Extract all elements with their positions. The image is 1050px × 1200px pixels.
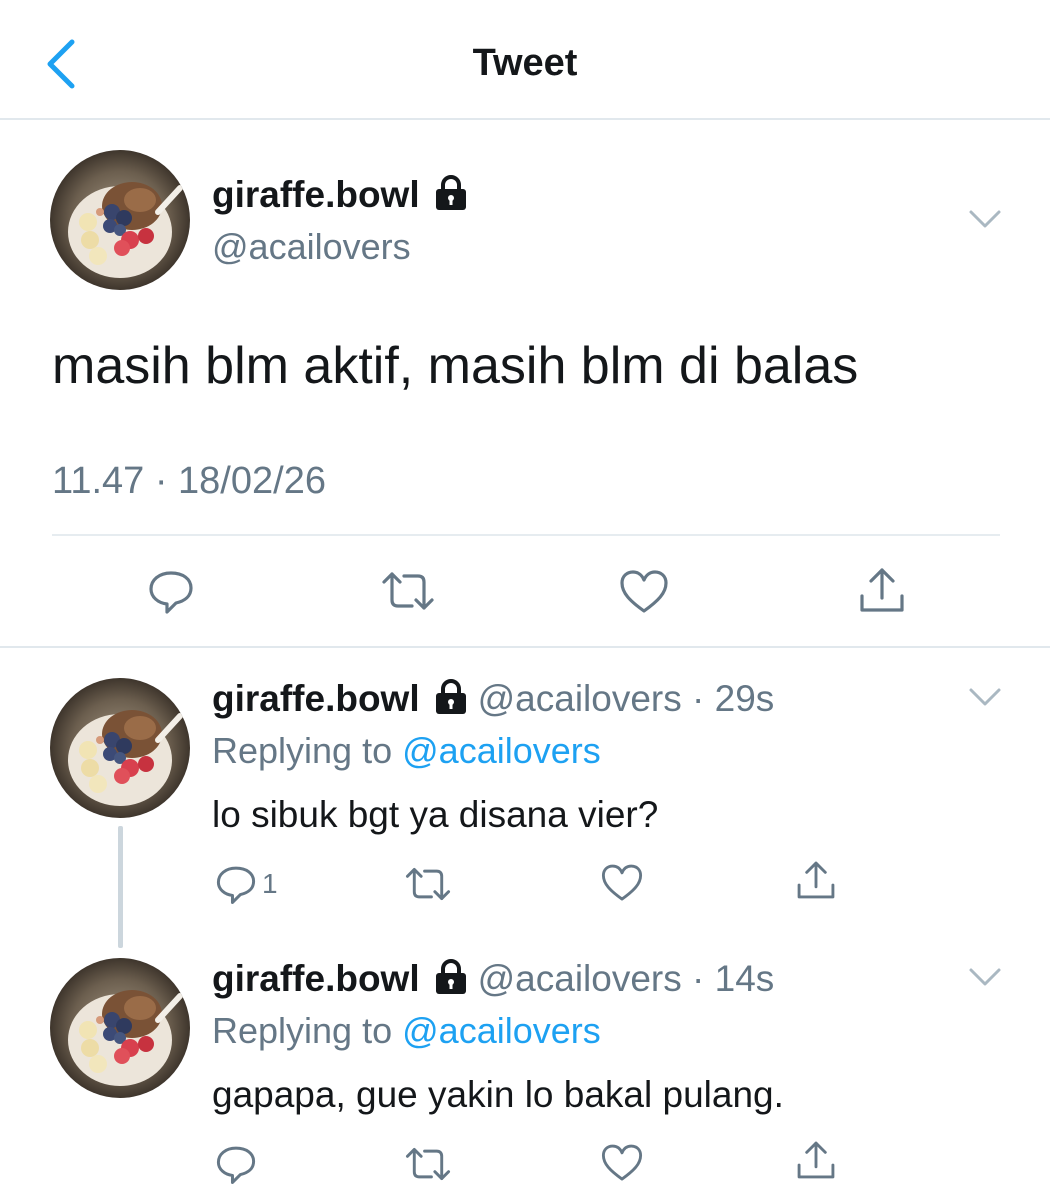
replying-prefix: Replying to bbox=[212, 730, 393, 771]
share-icon[interactable] bbox=[794, 858, 838, 902]
top-bar: Tweet bbox=[0, 0, 1050, 120]
avatar[interactable] bbox=[50, 678, 190, 818]
author-handle-time: @acailovers · 29s bbox=[477, 678, 775, 719]
reply-header[interactable]: giraffe.bowl @acailovers · 14s bbox=[212, 958, 774, 1000]
avatar[interactable] bbox=[50, 958, 190, 1098]
reply-count: 1 bbox=[262, 868, 278, 899]
reply-icon[interactable] bbox=[214, 1142, 258, 1186]
reply-icon[interactable] bbox=[146, 566, 196, 616]
replying-to: Replying to @acailovers bbox=[212, 1010, 601, 1052]
lock-icon bbox=[435, 679, 466, 714]
page-title: Tweet bbox=[472, 42, 578, 84]
thread-line bbox=[118, 826, 123, 948]
share-icon[interactable] bbox=[794, 1138, 838, 1182]
tweet-text: masih blm aktif, masih blm di balas bbox=[52, 337, 859, 395]
reply-text: gapapa, gue yakin lo bakal pulang. bbox=[212, 1074, 784, 1115]
tweet-timestamp: 11.47 · 18/02/26 bbox=[52, 460, 326, 502]
replying-to: Replying to @acailovers bbox=[212, 730, 601, 772]
author-handle-time: @acailovers · 14s bbox=[477, 958, 775, 999]
share-icon[interactable] bbox=[856, 564, 908, 616]
replying-prefix: Replying to bbox=[212, 1010, 393, 1051]
avatar[interactable] bbox=[50, 150, 190, 290]
lock-icon bbox=[435, 959, 466, 994]
replying-to-link[interactable]: @acailovers bbox=[402, 730, 601, 771]
chevron-down-icon[interactable] bbox=[966, 684, 1004, 710]
reply-header[interactable]: giraffe.bowl @acailovers · 29s bbox=[212, 678, 774, 720]
reply-text: lo sibuk bgt ya disana vier? bbox=[212, 794, 659, 835]
section-divider bbox=[0, 646, 1050, 648]
author-handle[interactable]: @acailovers bbox=[212, 226, 411, 268]
like-icon[interactable] bbox=[600, 1142, 644, 1184]
chevron-down-icon[interactable] bbox=[966, 964, 1004, 990]
retweet-icon[interactable] bbox=[404, 1144, 452, 1184]
chevron-down-icon[interactable] bbox=[966, 206, 1004, 232]
reply-icon[interactable] bbox=[214, 862, 258, 906]
divider bbox=[52, 534, 1000, 536]
author-name-text: giraffe.bowl bbox=[212, 174, 420, 215]
lock-icon bbox=[435, 175, 466, 210]
author-name[interactable]: giraffe.bowl bbox=[212, 174, 468, 216]
author-name[interactable]: giraffe.bowl bbox=[212, 958, 420, 999]
retweet-icon[interactable] bbox=[380, 568, 436, 614]
like-icon[interactable] bbox=[600, 862, 644, 904]
author-name[interactable]: giraffe.bowl bbox=[212, 678, 420, 719]
retweet-icon[interactable] bbox=[404, 864, 452, 904]
like-icon[interactable] bbox=[618, 568, 670, 616]
replying-to-link[interactable]: @acailovers bbox=[402, 1010, 601, 1051]
